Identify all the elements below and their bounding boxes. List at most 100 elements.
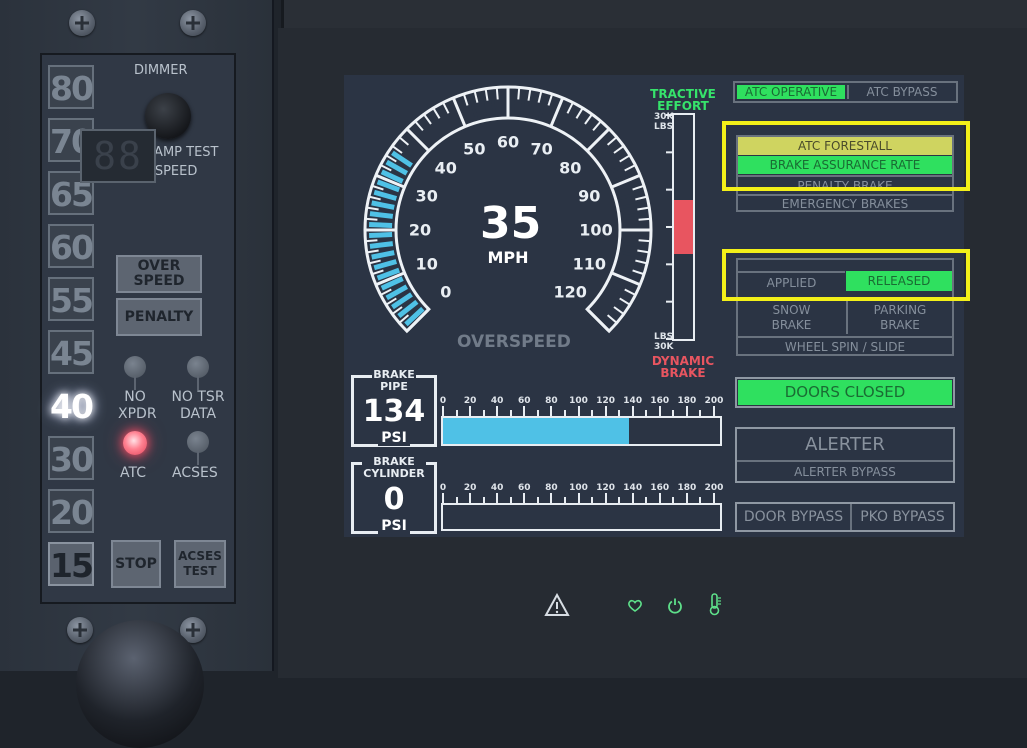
speed-scale-label-0: 0 [440, 282, 452, 302]
speed-empty-segment [598, 300, 619, 318]
speed-scale-label-50: 50 [463, 139, 486, 159]
speed-empty-segment [619, 260, 643, 270]
te-tick-marks [666, 114, 674, 340]
speed-empty-segment [490, 91, 496, 115]
pressure-tick [604, 406, 607, 416]
speed-empty-segment [608, 285, 631, 300]
highlight-brake-release [722, 249, 970, 301]
pressure-tick [658, 406, 661, 416]
speed-minor-tick [638, 239, 650, 243]
speed-minor-tick [635, 259, 647, 265]
power-icon [668, 598, 682, 614]
speed-empty-segment [529, 93, 537, 117]
speed-minor-tick [517, 88, 521, 100]
speed-fill-segment [369, 211, 394, 219]
speed-fill-segment [391, 150, 413, 168]
overspeed-indicator-text: OVERSPEED [457, 332, 571, 352]
speed-empty-segment [619, 190, 643, 200]
speed-minor-tick [527, 89, 532, 101]
speed-fill-segment [369, 222, 393, 228]
pressure-tick [496, 493, 499, 503]
pressure-tick-label-140: 140 [623, 483, 643, 493]
speed-empty-segment [623, 242, 647, 248]
speed-empty-segment [563, 107, 578, 130]
speed-minor-tick [619, 297, 630, 306]
speed-minor-tick [369, 195, 381, 201]
speed-minor-tick [369, 259, 381, 265]
brake-cylinder-title: BRAKE CYLINDER [362, 456, 426, 480]
speed-scale-label-90: 90 [578, 186, 601, 206]
brake-cylinder-unit: PSI [378, 518, 410, 534]
pressure-tick [631, 406, 634, 416]
pressure-tick-label-20: 20 [463, 396, 477, 406]
snow-brake-label-2: BRAKE [771, 318, 812, 332]
speed-scale-label-40: 40 [434, 158, 457, 178]
speed-scale-label-100: 100 [579, 220, 613, 240]
speed-minor-tick [372, 269, 384, 275]
atc-bypass: ATC BYPASS [847, 85, 955, 99]
alerter-box[interactable]: ALERTER ALERTER BYPASS [735, 427, 955, 483]
pressure-tick-label-120: 120 [596, 396, 615, 406]
dynamic-brake-label: DYNAMIC BRAKE [650, 355, 716, 379]
doors-closed: DOORS CLOSED [738, 380, 952, 405]
pressure-tick [496, 406, 499, 416]
speed-empty-segment [621, 251, 645, 259]
speed-minor-tick [473, 91, 479, 103]
brake-pipe-gauge: BRAKE PIPE 134 PSI [351, 369, 437, 447]
speed-empty-segment [520, 91, 526, 115]
speed-fill-segment [369, 241, 394, 249]
pressure-tick-label-20: 20 [463, 483, 477, 493]
speed-minor-tick [619, 154, 630, 163]
te-bottom-scale-1: LBS [654, 332, 674, 342]
pressure-tick-label-80: 80 [545, 396, 558, 406]
tractive-effort-label: TRACTIVE EFFORT [650, 88, 716, 112]
dynamic-brake-label-2: BRAKE [660, 366, 706, 380]
brake-pipe-fill [443, 418, 629, 444]
speed-empty-segment [438, 107, 453, 130]
pressure-tick [523, 493, 526, 503]
speed-minor-tick [432, 108, 441, 119]
speed-fill-segment [385, 284, 409, 301]
tractive-effort-bar [672, 113, 695, 341]
pko-bypass[interactable]: PKO BYPASS [850, 504, 953, 530]
pressure-tick [658, 493, 661, 503]
speed-empty-segment [603, 293, 625, 309]
pressure-tick [550, 406, 553, 416]
snow-brake-label-1: SNOW [772, 303, 811, 317]
speed-empty-segment [468, 95, 478, 119]
thermometer-icon [709, 593, 721, 616]
brake-pipe-unit: PSI [378, 430, 410, 446]
brake-pipe-title: BRAKE PIPE [372, 369, 416, 393]
speed-minor-tick [547, 94, 553, 106]
te-bottom-scale-2: 30K [654, 342, 674, 352]
speed-minor-tick [606, 137, 617, 146]
speed-minor-tick [584, 114, 593, 125]
speed-empty-segment [608, 160, 631, 175]
speed-fill-segment [373, 189, 398, 201]
speed-empty-segment [598, 142, 619, 160]
pressure-tick [550, 493, 553, 503]
alerter: ALERTER [805, 434, 885, 455]
pressure-tick [713, 493, 715, 503]
door-bypass[interactable]: DOOR BYPASS [737, 504, 850, 530]
pressure-tick [442, 493, 444, 503]
brake-cylinder-title-2: CYLINDER [363, 467, 425, 480]
pressure-tick-label-60: 60 [518, 483, 531, 493]
speed-scale-label-10: 10 [415, 254, 438, 274]
speed-minor-tick [575, 108, 584, 119]
pressure-tick [469, 406, 472, 416]
speed-scale-label-70: 70 [530, 139, 553, 159]
speed-fill-segment [369, 232, 393, 238]
pressure-tick [685, 493, 688, 503]
pressure-tick-label-160: 160 [650, 396, 670, 406]
pressure-tick [685, 406, 688, 416]
speed-minor-tick [372, 185, 384, 191]
speed-minor-tick [566, 103, 574, 114]
speed-empty-segment [578, 119, 596, 140]
pressure-tick-label-100: 100 [569, 396, 588, 406]
pressure-tick-label-200: 200 [704, 396, 724, 406]
speed-minor-tick [366, 239, 378, 243]
warning-triangle-icon [544, 593, 570, 616]
te-ticks [666, 114, 674, 340]
heart-icon [628, 599, 642, 612]
